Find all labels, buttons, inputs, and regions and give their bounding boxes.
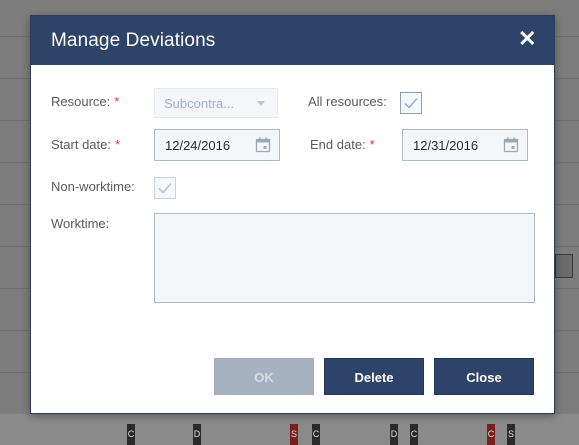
background-panel-handle xyxy=(555,254,573,278)
background-task-chip: S xyxy=(290,424,298,445)
chevron-down-icon xyxy=(257,101,265,106)
end-date-value: 12/31/2016 xyxy=(413,138,479,153)
close-button[interactable]: Close xyxy=(434,358,534,395)
start-date-input[interactable]: 12/24/2016 xyxy=(154,129,280,161)
resource-label: Resource: * xyxy=(51,94,119,109)
background-task-chip: S xyxy=(507,424,515,445)
resource-label-text: Resource: xyxy=(51,94,111,109)
close-icon[interactable]: ✕ xyxy=(518,28,536,50)
required-mark: * xyxy=(114,94,120,109)
all-resources-label: All resources: xyxy=(308,94,387,109)
dialog-header: Manage Deviations ✕ xyxy=(31,16,554,65)
delete-button[interactable]: Delete xyxy=(324,358,424,395)
background-task-chip: C xyxy=(410,424,418,445)
resource-select-value: Subcontra... xyxy=(164,96,235,111)
worktime-textarea[interactable] xyxy=(154,213,535,303)
required-mark: * xyxy=(369,137,375,152)
checkmark-icon xyxy=(158,182,172,194)
background-task-chip: D xyxy=(390,424,398,445)
checkmark-icon xyxy=(404,97,418,109)
background-task-chip: C xyxy=(127,424,135,445)
resource-select[interactable]: Subcontra... xyxy=(154,88,278,118)
all-resources-checkbox[interactable] xyxy=(400,92,422,114)
start-date-value: 12/24/2016 xyxy=(165,138,231,153)
background-task-chip: C xyxy=(487,424,495,445)
dialog-title: Manage Deviations xyxy=(51,30,216,51)
non-worktime-label: Non-worktime: xyxy=(51,179,135,194)
end-date-input[interactable]: 12/31/2016 xyxy=(402,129,528,161)
start-date-label: Start date: * xyxy=(51,137,120,152)
worktime-label: Worktime: xyxy=(51,216,110,231)
background-timeline: C D S C D C C S xyxy=(0,414,579,445)
end-date-label-text: End date: xyxy=(310,137,366,152)
calendar-icon[interactable] xyxy=(503,137,519,153)
required-mark: * xyxy=(114,137,121,152)
background-task-chip: C xyxy=(312,424,320,445)
non-worktime-checkbox[interactable] xyxy=(154,177,176,199)
manage-deviations-dialog: Manage Deviations ✕ Resource: * Subcontra… xyxy=(30,15,555,414)
start-date-label-text: Start date: xyxy=(51,137,111,152)
calendar-icon[interactable] xyxy=(255,137,271,153)
ok-button[interactable]: OK xyxy=(214,358,314,395)
background-task-chip: D xyxy=(193,424,201,445)
end-date-label: End date: * xyxy=(310,137,375,152)
